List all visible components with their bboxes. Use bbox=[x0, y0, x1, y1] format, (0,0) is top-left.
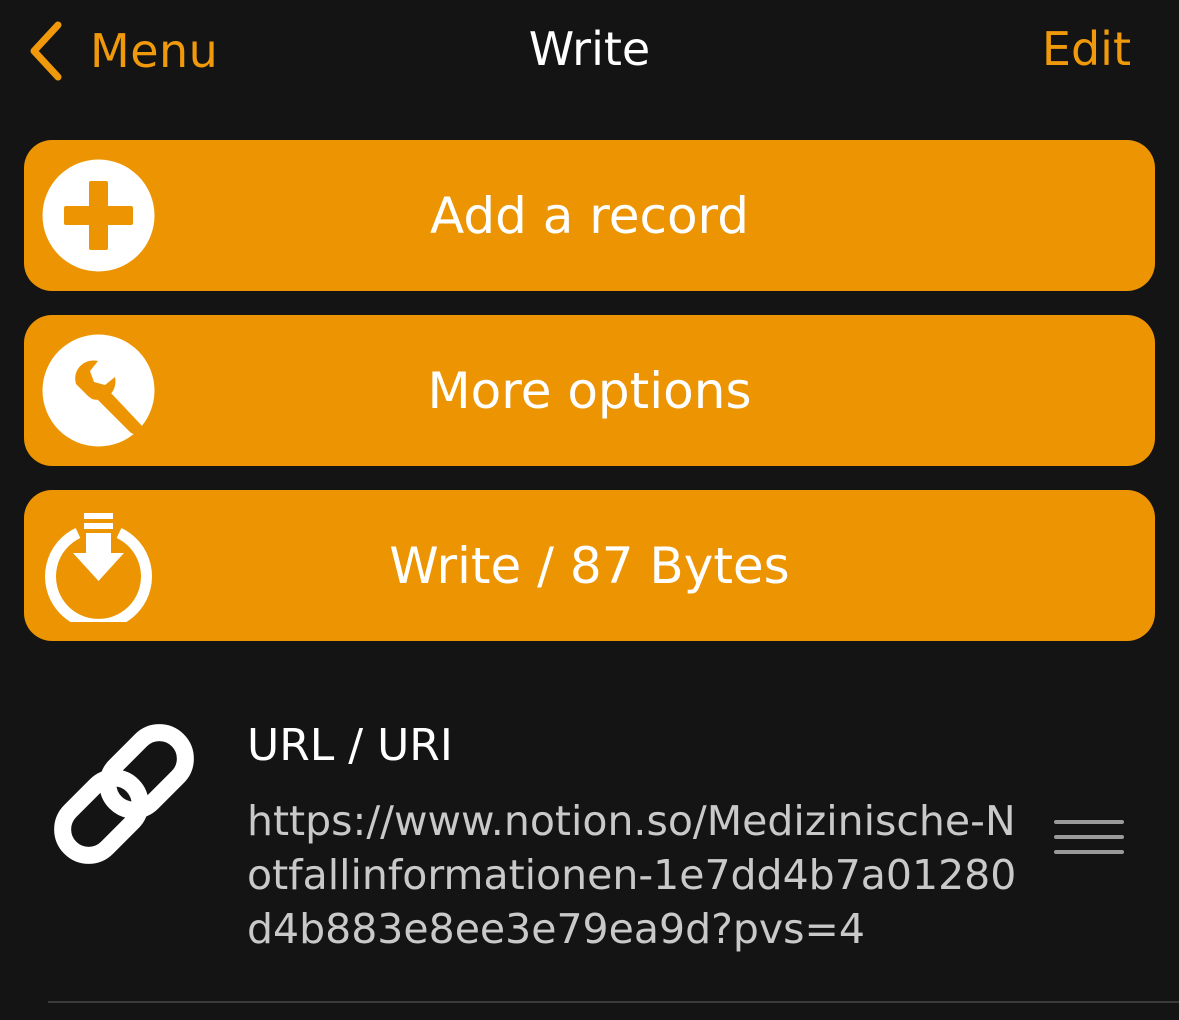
add-record-button[interactable]: Add a record bbox=[24, 140, 1155, 291]
record-list-item[interactable]: URL / URI https://www.notion.so/Medizini… bbox=[0, 690, 1179, 1002]
link-icon bbox=[54, 724, 194, 864]
add-record-label: Add a record bbox=[430, 186, 749, 245]
page-title: Write bbox=[528, 22, 651, 76]
write-button-label: Write / 87 Bytes bbox=[389, 536, 790, 595]
record-type-label: URL / URI bbox=[247, 720, 453, 771]
more-options-label: More options bbox=[427, 361, 752, 420]
navigation-bar: Menu Write Edit bbox=[0, 0, 1179, 104]
row-divider bbox=[48, 1001, 1179, 1003]
more-options-button[interactable]: More options bbox=[24, 315, 1155, 466]
edit-button[interactable]: Edit bbox=[1042, 22, 1131, 76]
reorder-handle-icon[interactable] bbox=[1054, 816, 1124, 858]
write-button[interactable]: Write / 87 Bytes bbox=[24, 490, 1155, 641]
record-value: https://www.notion.so/Medizinische-Notfa… bbox=[247, 797, 1017, 953]
write-screen: Menu Write Edit Add a record More option… bbox=[0, 0, 1179, 1020]
